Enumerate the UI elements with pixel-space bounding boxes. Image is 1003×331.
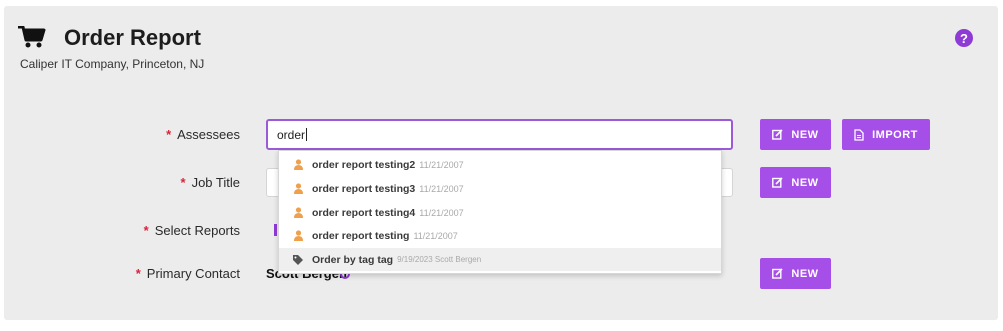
new-button-label: NEW (791, 176, 819, 189)
person-icon (293, 183, 303, 194)
job-title-label: * Job Title (150, 175, 240, 190)
required-marker: * (180, 175, 186, 190)
required-marker: * (143, 223, 149, 238)
option-name: order report testing3 (312, 182, 416, 195)
assessees-search-input[interactable]: order (266, 119, 733, 150)
option-date: 11/21/2007 (413, 230, 458, 241)
page-title: Order Report (64, 25, 201, 50)
person-icon (293, 207, 303, 218)
option-date: 11/21/2007 (419, 159, 464, 170)
assessees-autocomplete-dropdown: order report testing2 11/21/2007 order r… (278, 150, 722, 274)
tag-icon (293, 254, 303, 265)
autocomplete-option[interactable]: order report testing3 11/21/2007 (279, 177, 721, 200)
autocomplete-option[interactable]: order report testing4 11/21/2007 (279, 201, 721, 224)
option-name: order report testing4 (312, 206, 416, 219)
assessees-input-value: order (277, 127, 306, 142)
edit-icon (772, 268, 783, 279)
primary-contact-label: * Primary Contact (110, 266, 240, 281)
autocomplete-option-tag[interactable]: Order by tag tag 9/19/2023 Scott Bergen (279, 248, 721, 271)
edit-icon (772, 129, 783, 140)
select-reports-control[interactable] (274, 224, 277, 236)
text-cursor (306, 128, 308, 141)
primary-contact-label-text: Primary Contact (146, 266, 240, 281)
help-icon[interactable]: ? (955, 29, 973, 47)
option-date: 11/21/2007 (419, 183, 464, 194)
option-date: 11/21/2007 (419, 207, 464, 218)
job-title-label-text: Job Title (191, 175, 240, 190)
new-assessee-button[interactable]: NEW (760, 119, 831, 150)
import-button[interactable]: IMPORT (842, 119, 930, 150)
select-reports-label-text: Select Reports (154, 223, 240, 238)
option-name: order report testing2 (312, 158, 416, 171)
new-contact-button[interactable]: NEW (760, 258, 831, 289)
person-icon (293, 230, 303, 241)
required-marker: * (135, 266, 141, 281)
import-button-label: IMPORT (872, 128, 918, 141)
option-name: order report testing (312, 229, 410, 242)
person-icon (293, 159, 303, 170)
new-job-title-button[interactable]: NEW (760, 167, 831, 198)
required-marker: * (166, 127, 172, 142)
file-icon (854, 128, 864, 141)
assessees-label-text: Assessees (177, 127, 240, 142)
option-name: Order by tag tag (312, 253, 394, 266)
company-location: Caliper IT Company, Princeton, NJ (20, 57, 205, 71)
edit-icon (772, 177, 783, 188)
new-button-label: NEW (791, 128, 819, 141)
autocomplete-option[interactable]: order report testing 11/21/2007 (279, 224, 721, 247)
select-reports-label: * Select Reports (120, 223, 240, 238)
new-button-label: NEW (791, 267, 819, 280)
autocomplete-option[interactable]: order report testing2 11/21/2007 (279, 153, 721, 176)
assessees-label: * Assessees (150, 127, 240, 142)
shopping-cart-icon (18, 26, 46, 48)
option-meta: 9/19/2023 Scott Bergen (397, 255, 482, 264)
